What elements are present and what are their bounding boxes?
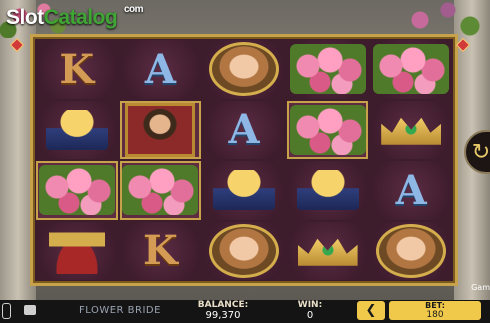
reel-frame: K A A A K xyxy=(30,34,458,286)
symbol-gold-icon xyxy=(45,109,108,150)
bet-display[interactable]: BET: 180 xyxy=(389,301,481,320)
symbol-gold-icon xyxy=(296,170,359,211)
symbol-roses-icon xyxy=(122,165,199,216)
balance-label: BALANCE: xyxy=(197,300,249,310)
speaker-icon[interactable] xyxy=(2,303,11,319)
symbol-crown-icon xyxy=(297,238,358,266)
reel-cell xyxy=(370,100,452,159)
symbol-a: A xyxy=(228,106,260,154)
game-background: K A A A K SlotCatalog com ↻ Gam xyxy=(0,0,490,300)
win-label: WIN: xyxy=(297,300,323,310)
reel-cell xyxy=(203,221,285,280)
reel-cell: K xyxy=(36,40,118,99)
spin-arrow-icon: ↻ xyxy=(471,139,490,165)
symbol-roses-icon xyxy=(289,44,366,95)
symbol-roses-icon xyxy=(373,44,450,95)
symbol-portrait-icon xyxy=(208,42,279,97)
reel-cell xyxy=(203,161,285,220)
chevron-left-icon: ❮ xyxy=(365,303,377,318)
symbol-a: A xyxy=(144,45,176,93)
reel-cell xyxy=(286,40,369,99)
reel-cell xyxy=(119,161,202,220)
reel-cell xyxy=(370,221,452,280)
symbol-a: A xyxy=(395,166,427,214)
watermark-logo: SlotCatalog com xyxy=(6,4,144,29)
bet-label: BET: xyxy=(425,301,445,310)
side-game-text: Gam xyxy=(471,283,490,292)
symbol-portrait-icon xyxy=(208,223,279,278)
game-title: FLOWER BRIDE xyxy=(79,305,161,316)
games-menu-icon[interactable] xyxy=(24,305,36,315)
symbol-k: K xyxy=(59,45,95,93)
reel-cell xyxy=(36,161,118,220)
reel-cell xyxy=(370,40,452,99)
reel-cell xyxy=(286,100,369,159)
symbol-crown-icon xyxy=(381,117,442,145)
reel-cell: A xyxy=(119,40,202,99)
reel-grid: K A A A K xyxy=(36,40,452,280)
reel-cell xyxy=(203,40,285,99)
symbol-k: K xyxy=(143,227,178,275)
reel-cell xyxy=(36,100,118,159)
reel-cell xyxy=(286,161,369,220)
reel-cell xyxy=(36,221,118,280)
bet-value: 180 xyxy=(426,310,444,320)
symbol-gold-icon xyxy=(212,170,275,211)
reel-cell: A xyxy=(203,100,285,159)
win-value: 0 xyxy=(306,310,314,321)
bet-decrease-button[interactable]: ❮ xyxy=(357,301,385,320)
symbol-chalice-icon xyxy=(48,227,105,274)
balance-value: 99,370 xyxy=(205,310,241,321)
reel-cell xyxy=(286,221,369,280)
reel-cell: K xyxy=(119,221,202,280)
symbol-roses-icon xyxy=(289,104,366,155)
reel-cell: A xyxy=(370,161,452,220)
symbol-king-icon xyxy=(125,102,196,157)
reel-cell xyxy=(119,100,202,159)
symbol-portrait-icon xyxy=(376,223,447,278)
symbol-roses-icon xyxy=(38,165,115,216)
